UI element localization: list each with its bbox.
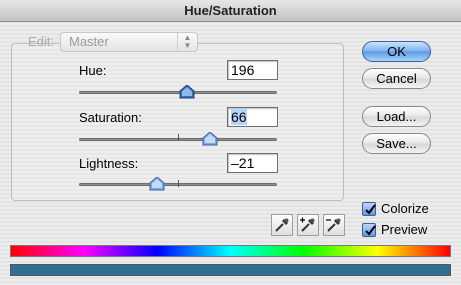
eyedropper-minus-icon: [326, 218, 341, 232]
lightness-slider-thumb[interactable]: [149, 177, 165, 191]
hue-field[interactable]: 196: [227, 60, 278, 80]
saturation-slider-thumb[interactable]: [202, 132, 218, 146]
result-color-bar: [10, 264, 451, 276]
colorize-label: Colorize: [381, 201, 429, 216]
preview-label: Preview: [381, 222, 428, 237]
saturation-value: 66: [231, 109, 247, 125]
eyedropper-button[interactable]: [271, 214, 293, 236]
edit-popup-value: Master: [69, 34, 109, 49]
ok-button[interactable]: OK: [362, 41, 431, 62]
save-button[interactable]: Save...: [362, 133, 431, 154]
lightness-center-tick: [178, 180, 179, 187]
lightness-label: Lightness:: [79, 156, 139, 171]
edit-label: Edit:: [28, 34, 55, 49]
hue-label: Hue:: [79, 63, 107, 78]
saturation-field[interactable]: 66: [227, 107, 278, 127]
eyedropper-plus-button[interactable]: [297, 214, 319, 236]
popup-arrows-icon: ▲ ▼: [177, 33, 197, 51]
colorize-check-icon: [362, 202, 376, 216]
saturation-label: Saturation:: [79, 110, 142, 125]
eyedropper-icon: [275, 218, 289, 232]
load-button[interactable]: Load...: [362, 106, 431, 127]
hue-slider-thumb[interactable]: [179, 85, 195, 99]
cancel-button[interactable]: Cancel: [362, 68, 431, 89]
eyedropper-minus-button[interactable]: [323, 214, 345, 236]
window-title: Hue/Saturation: [0, 0, 461, 22]
adjustment-group: [11, 43, 344, 201]
hue-value: 196: [231, 62, 255, 78]
eyedropper-plus-icon: [300, 217, 315, 232]
edit-popup: Master ▲ ▼: [60, 32, 198, 52]
saturation-center-tick: [178, 134, 179, 141]
preview-check-icon: [362, 223, 376, 237]
lightness-value: –21: [231, 155, 255, 171]
lightness-field[interactable]: –21: [227, 153, 278, 173]
hue-spectrum-bar: [10, 245, 451, 257]
